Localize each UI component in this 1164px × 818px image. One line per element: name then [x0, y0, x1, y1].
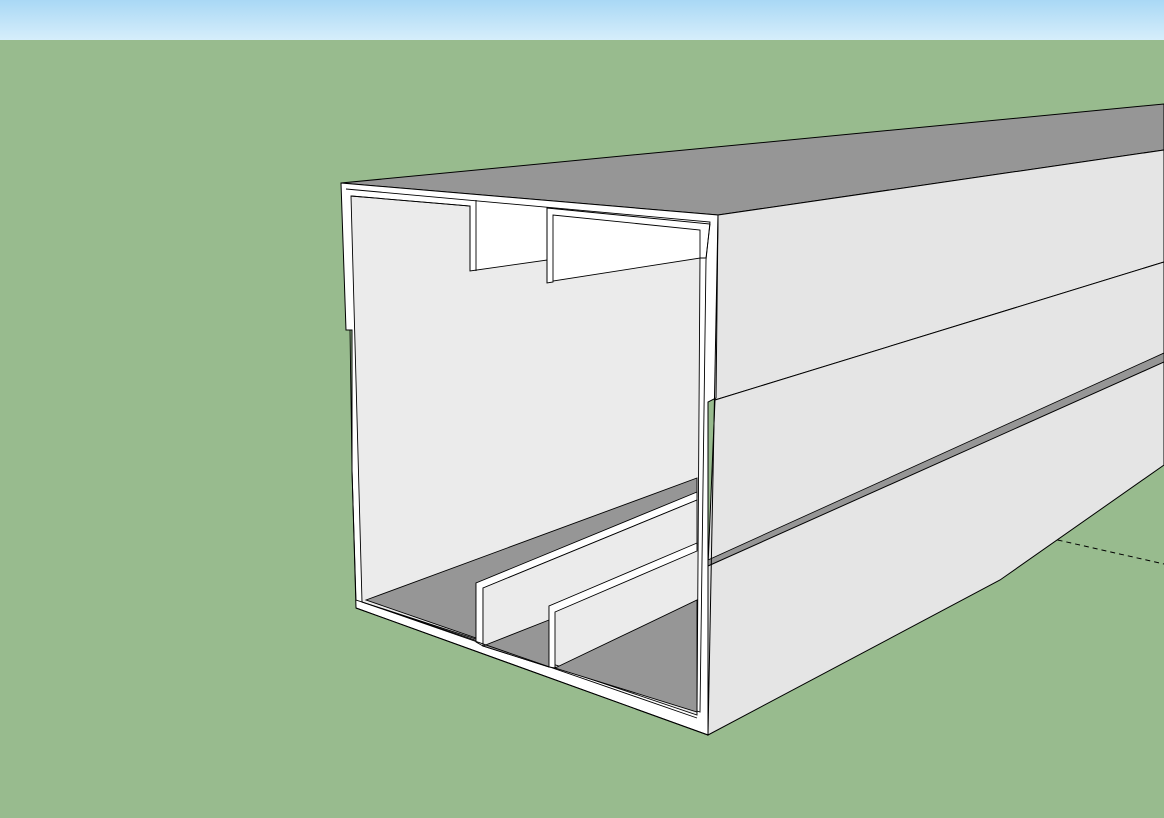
aluminium-channel-model[interactable]	[0, 0, 1164, 818]
sketchup-viewport[interactable]	[0, 0, 1164, 818]
axis-guide-line	[1039, 535, 1164, 565]
